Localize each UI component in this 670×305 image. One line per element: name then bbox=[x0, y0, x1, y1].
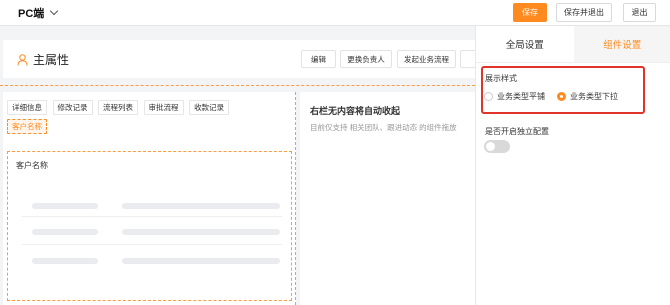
device-selector[interactable]: PC端 bbox=[18, 5, 59, 21]
edit-button[interactable]: 编辑 bbox=[301, 50, 336, 68]
save-and-exit-button[interactable]: 保存并退出 bbox=[556, 3, 612, 22]
toggle-knob bbox=[486, 142, 495, 151]
radio-dropdown[interactable]: 业务类型下拉 bbox=[557, 91, 618, 102]
display-style-label: 展示样式 bbox=[485, 74, 517, 83]
panel-tabs: 全局设置 组件设置 bbox=[476, 26, 670, 63]
skeleton-bar bbox=[122, 203, 280, 209]
tab-detail-info[interactable]: 详细信息 bbox=[7, 100, 47, 115]
field-label: 客户名称 bbox=[16, 161, 48, 170]
skeleton-bar bbox=[32, 258, 98, 264]
skeleton-divider bbox=[22, 216, 282, 217]
skeleton-bar bbox=[32, 229, 98, 235]
skeleton-bar bbox=[122, 229, 280, 235]
radio-dropdown-label: 业务类型下拉 bbox=[570, 92, 618, 101]
customer-name-component[interactable]: 客户名称 bbox=[7, 151, 292, 301]
exit-button[interactable]: 退出 bbox=[623, 3, 656, 22]
save-button[interactable]: 保存 bbox=[513, 3, 547, 22]
section-divider bbox=[0, 85, 475, 86]
tab-global-settings[interactable]: 全局设置 bbox=[476, 26, 574, 62]
independent-config-toggle[interactable] bbox=[484, 140, 510, 153]
chevron-down-icon bbox=[50, 6, 59, 16]
skeleton-bar bbox=[122, 258, 280, 264]
independent-config-label: 是否开启独立配置 bbox=[485, 127, 549, 136]
display-style-options: 业务类型平铺 业务类型下拉 bbox=[484, 91, 618, 102]
right-column-message: 右栏无内容将自动收起 bbox=[310, 106, 401, 116]
settings-panel: 全局设置 组件设置 展示样式 业务类型平铺 业务类型下拉 是否开启独立配置 bbox=[475, 26, 670, 305]
left-column: 详细信息 修改记录 流程列表 审批流程 收款记录 客户名称 客户名称 bbox=[3, 92, 296, 305]
start-business-flow-button[interactable]: 发起业务流程 bbox=[397, 50, 456, 68]
radio-circle bbox=[484, 92, 493, 101]
detail-tabs: 详细信息 修改记录 流程列表 审批流程 收款记录 客户名称 bbox=[7, 100, 287, 138]
change-owner-button[interactable]: 更换负责人 bbox=[340, 50, 392, 68]
right-column-dropzone[interactable]: 右栏无内容将自动收起 目前仅支持 相关团队、跟进动态 的组件拖放 bbox=[300, 92, 475, 305]
page-title: 主属性 bbox=[33, 53, 70, 67]
layout-canvas: 主属性 编辑 更换负责人 发起业务流程 详细信息 修改记录 流程列表 审批流程 … bbox=[0, 26, 480, 305]
skeleton-bar bbox=[32, 203, 98, 209]
skeleton-divider bbox=[22, 244, 282, 245]
tab-payment-records[interactable]: 收款记录 bbox=[189, 100, 230, 115]
right-column-hint: 目前仅支持 相关团队、跟进动态 的组件拖放 bbox=[310, 123, 457, 132]
user-icon bbox=[17, 53, 28, 66]
page-title-wrap: 主属性 bbox=[17, 51, 69, 68]
radio-tiled-label: 业务类型平铺 bbox=[497, 92, 545, 101]
tab-approval-flow[interactable]: 审批流程 bbox=[143, 100, 184, 115]
tab-customer-name[interactable]: 客户名称 bbox=[7, 119, 47, 134]
tab-modify-records[interactable]: 修改记录 bbox=[52, 100, 93, 115]
header-card[interactable]: 主属性 编辑 更换负责人 发起业务流程 bbox=[3, 40, 480, 78]
top-bar: PC端 保存 保存并退出 退出 bbox=[0, 0, 670, 26]
radio-tiled[interactable]: 业务类型平铺 bbox=[484, 91, 545, 102]
radio-circle-checked bbox=[557, 92, 566, 101]
tab-component-settings[interactable]: 组件设置 bbox=[573, 26, 670, 62]
tab-flow-list[interactable]: 流程列表 bbox=[98, 100, 139, 115]
device-label: PC端 bbox=[18, 8, 45, 20]
